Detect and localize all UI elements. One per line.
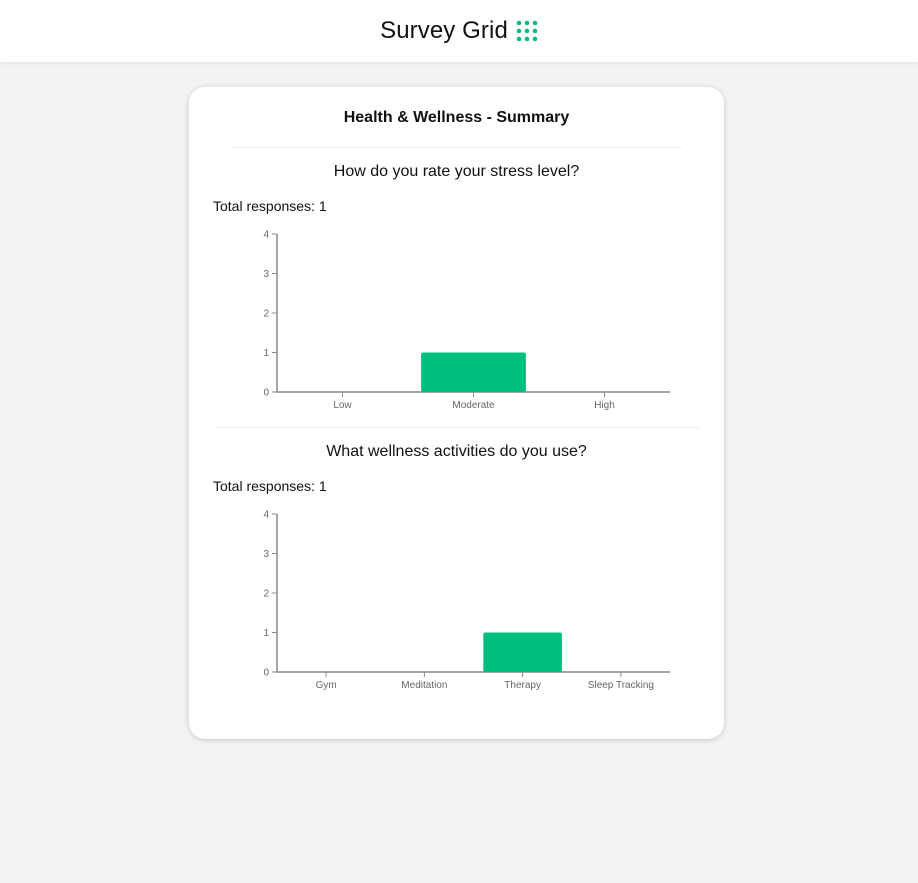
y-tick-label: 2 xyxy=(263,309,269,320)
question-title-activities: What wellness activities do you use? xyxy=(326,443,587,460)
x-tick-label-gym: Gym xyxy=(316,680,337,691)
total-responses-activities: Total responses: 1 xyxy=(213,478,327,494)
bar-therapy xyxy=(483,632,562,672)
app-header: Survey Grid xyxy=(0,0,918,62)
x-tick-label-meditation: Meditation xyxy=(401,680,447,691)
grid-dots-icon xyxy=(516,20,538,42)
y-tick-label: 3 xyxy=(263,269,269,280)
title-divider xyxy=(232,147,682,148)
y-tick-label: 1 xyxy=(263,628,269,639)
question-title-stress: How do you rate your stress level? xyxy=(333,163,580,180)
y-tick-label: 2 xyxy=(263,589,269,600)
x-tick-label-therapy: Therapy xyxy=(504,680,541,691)
summary-title: Health & Wellness - Summary xyxy=(343,109,570,126)
stress-bar-chart: 0 1 2 3 4 Low Moderate High xyxy=(263,230,670,411)
x-tick-label-low: Low xyxy=(333,400,352,411)
brand[interactable]: Survey Grid xyxy=(380,17,538,45)
x-tick-label-moderate: Moderate xyxy=(452,400,495,411)
bar-moderate xyxy=(421,352,526,392)
y-tick-label: 1 xyxy=(263,348,269,359)
activities-bar-chart: 0 1 2 3 4 Gym Meditation Therapy Sleep Tracking xyxy=(263,510,670,691)
x-tick-label-high: High xyxy=(594,400,615,411)
summary-card: Health & Wellness - Summary How do you r… xyxy=(189,87,724,739)
y-tick-label: 4 xyxy=(263,510,269,521)
activities-chart: 0 1 2 3 4 Gym Meditation Therapy Sleep Tracking xyxy=(189,505,724,695)
app-title: Survey Grid xyxy=(380,17,508,44)
total-responses-stress: Total responses: 1 xyxy=(213,198,327,214)
x-tick-label-sleep-tracking: Sleep Tracking xyxy=(588,680,654,691)
question-divider xyxy=(215,427,699,428)
y-tick-label: 4 xyxy=(263,230,269,241)
y-tick-label: 3 xyxy=(263,549,269,560)
y-tick-label: 0 xyxy=(263,668,269,679)
stress-chart: 0 1 2 3 4 Low Moderate High xyxy=(189,225,724,415)
y-tick-label: 0 xyxy=(263,388,269,399)
